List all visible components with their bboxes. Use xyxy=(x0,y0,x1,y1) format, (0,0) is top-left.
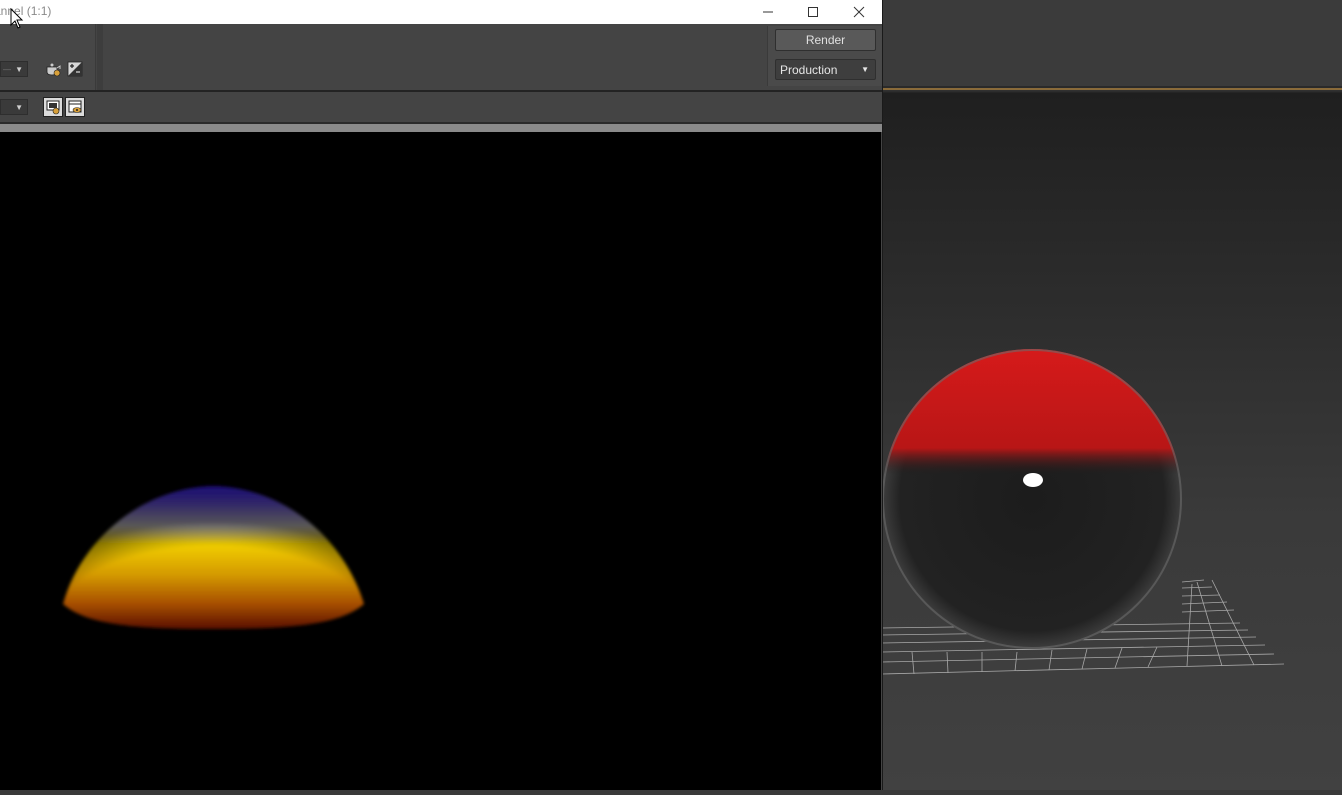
preview-button[interactable] xyxy=(65,97,85,117)
rendered-image-svg xyxy=(63,486,364,629)
chevron-down-icon: ▼ xyxy=(15,65,23,74)
maximize-button[interactable] xyxy=(790,0,835,24)
sphere-object[interactable] xyxy=(882,349,1182,649)
window-titlebar[interactable]: annel (1:1) xyxy=(0,0,882,24)
specular-highlight xyxy=(1023,473,1043,487)
maximize-icon xyxy=(807,7,818,17)
render-preset-dropdown[interactable]: Production ▼ xyxy=(775,59,876,80)
viewport-scene-svg xyxy=(881,349,1285,675)
left-tool-group: — ▼ xyxy=(0,24,96,90)
display-toolbar: ▼ xyxy=(0,92,882,122)
display-toggle-button[interactable] xyxy=(43,97,63,117)
close-icon xyxy=(853,6,864,18)
viewport-dropdown[interactable]: ▼ xyxy=(0,99,28,115)
active-viewport-border xyxy=(882,88,1342,90)
mouse-cursor-icon xyxy=(10,8,24,29)
exposure-icon[interactable] xyxy=(66,60,84,78)
minimize-button[interactable] xyxy=(745,0,790,24)
teapot-settings-icon[interactable] xyxy=(44,60,62,78)
image-frame-border xyxy=(0,124,882,132)
render-panel: Render Production ▼ xyxy=(767,26,882,86)
toolbar-grip[interactable] xyxy=(97,24,103,90)
preview-eye-icon xyxy=(68,100,82,113)
viewport-panel[interactable] xyxy=(881,0,1342,790)
rendered-image-canvas[interactable] xyxy=(0,132,881,790)
chevron-down-icon: ▼ xyxy=(861,65,869,74)
close-button[interactable] xyxy=(836,0,881,24)
render-setup-toolbar: — ▼ Render Production ▼ xyxy=(0,24,882,90)
channel-dropdown[interactable]: — ▼ xyxy=(0,61,28,77)
chevron-down-icon: ▼ xyxy=(15,103,23,112)
display-toggle-icon xyxy=(46,100,60,115)
minimize-icon xyxy=(762,11,773,13)
viewport-scene[interactable] xyxy=(881,92,1342,790)
render-button[interactable]: Render xyxy=(775,29,876,51)
window-title: annel (1:1) xyxy=(0,4,52,18)
rendered-hemisphere xyxy=(63,486,364,629)
rendered-frame-window[interactable]: annel (1:1) — ▼ xyxy=(0,0,883,790)
viewport-top-toolbar xyxy=(882,0,1342,86)
render-preset-label: Production xyxy=(780,63,838,77)
